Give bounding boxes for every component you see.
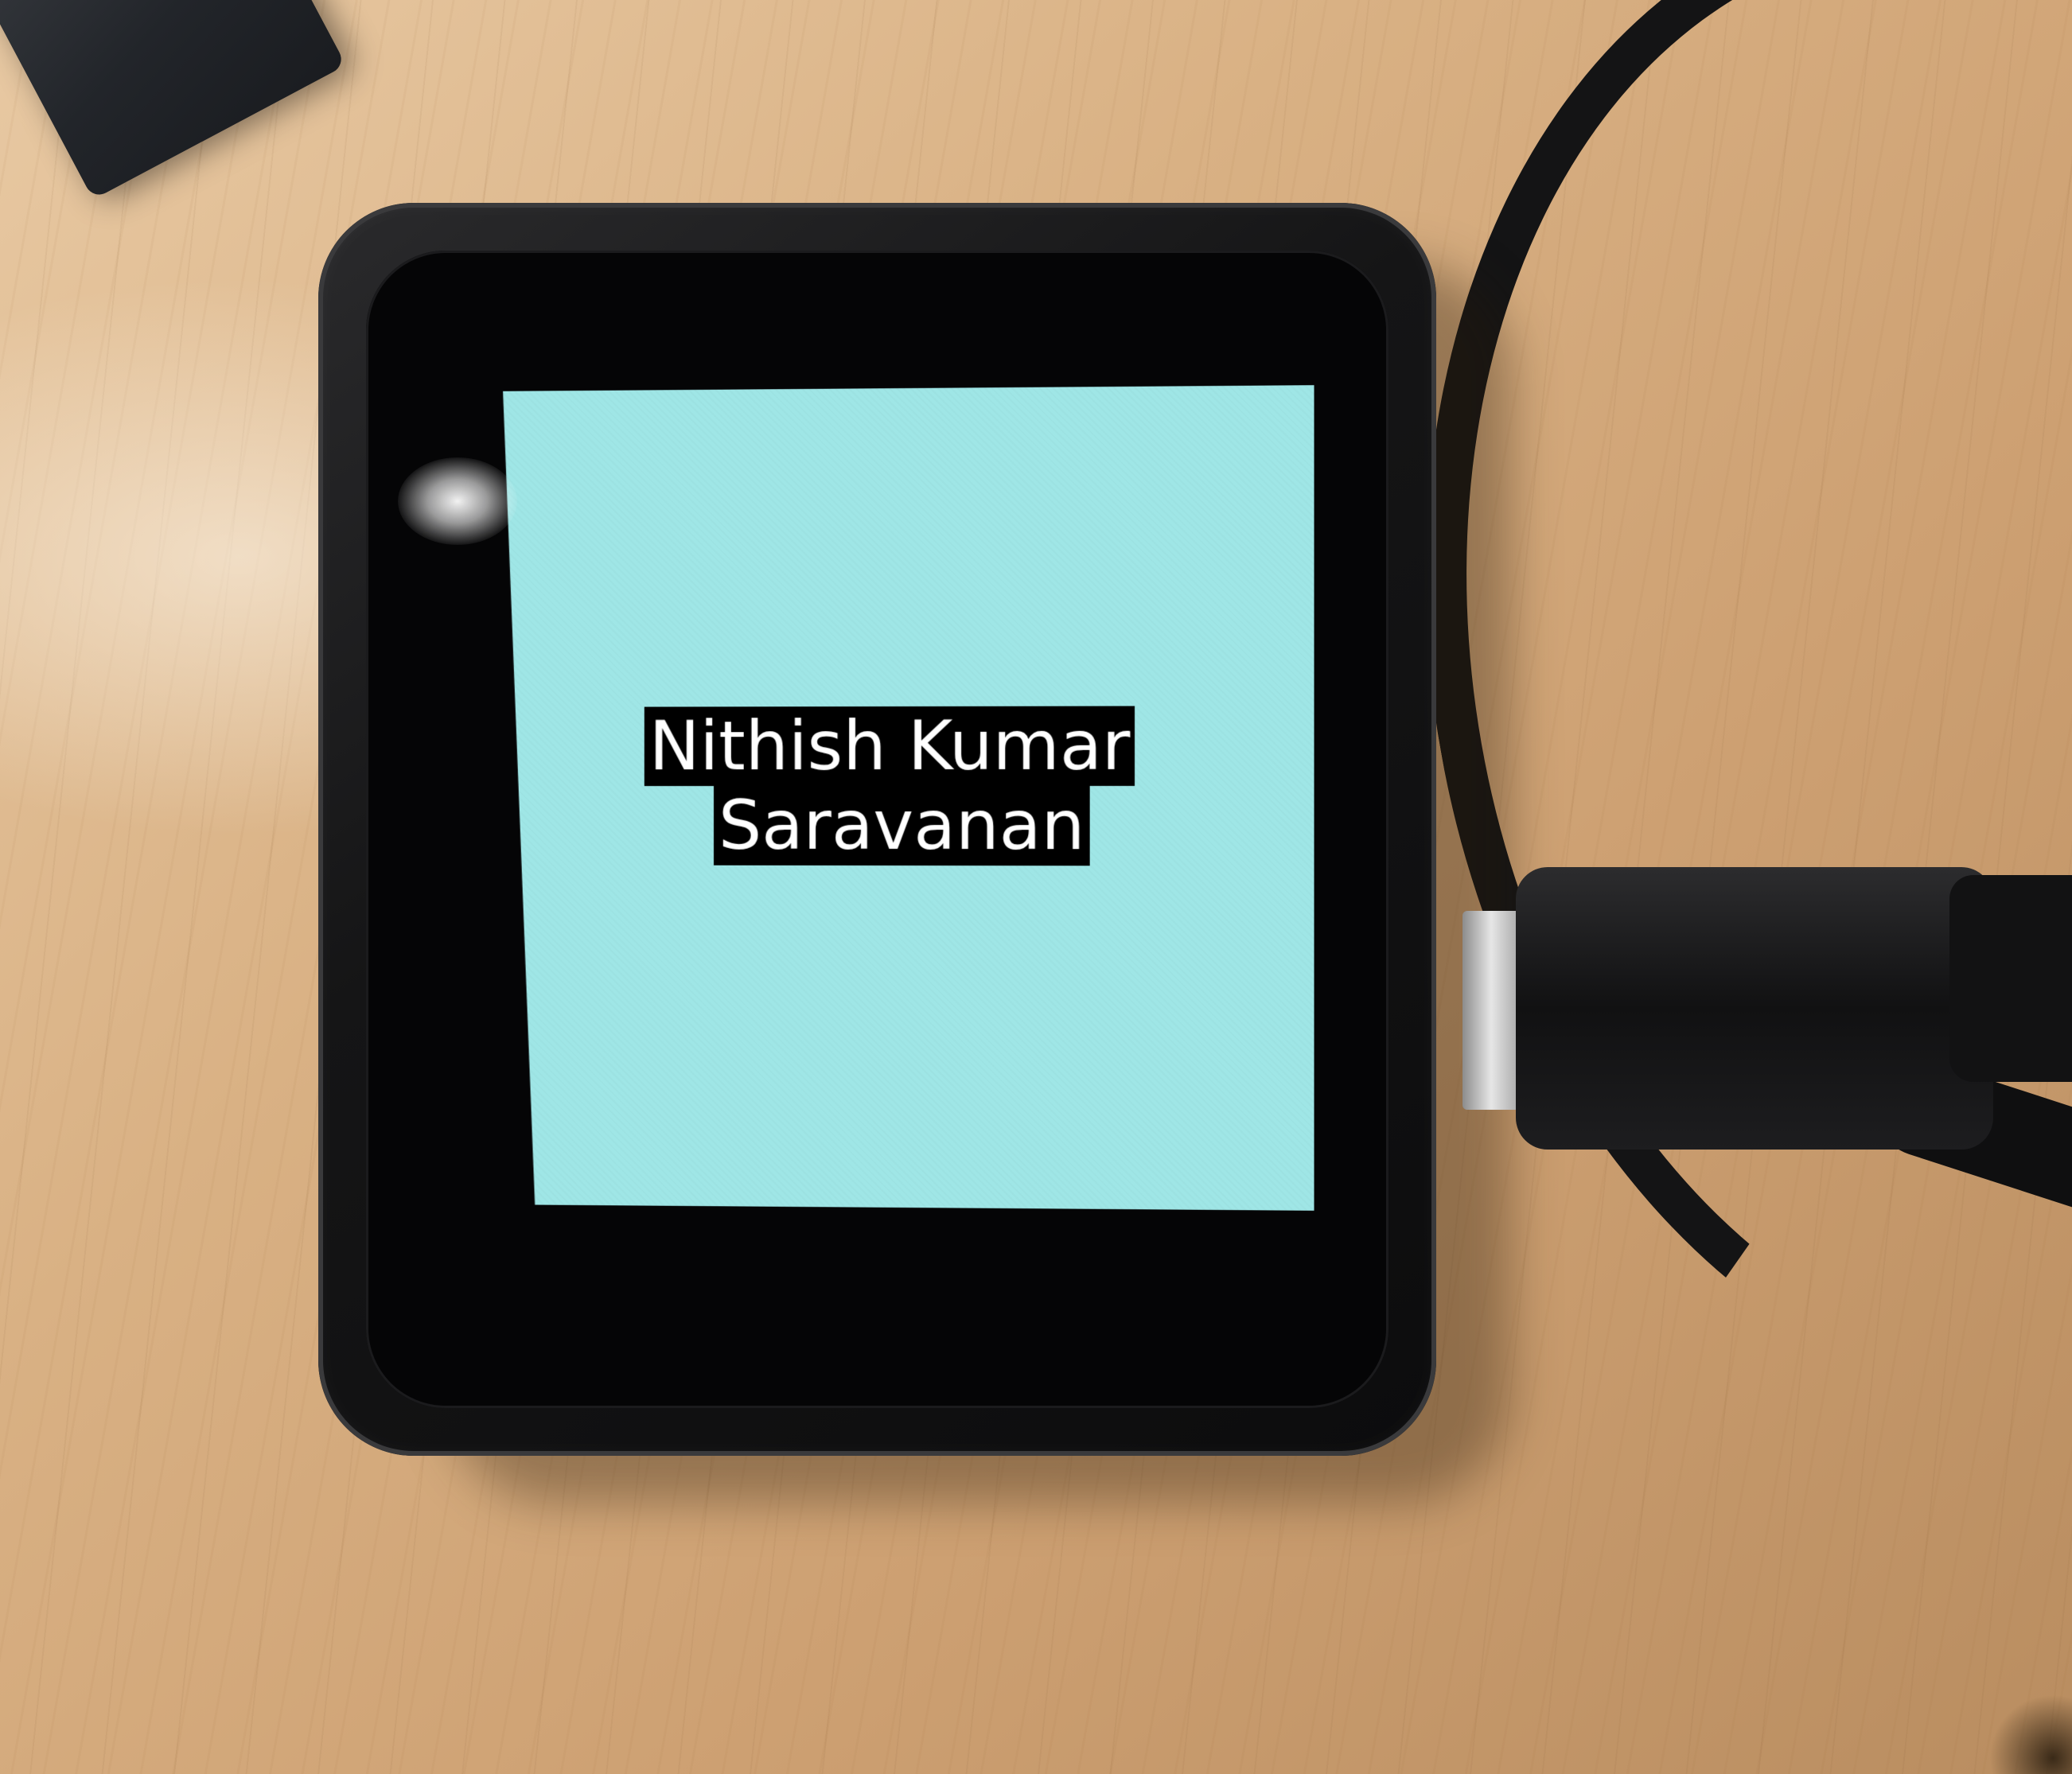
device-screen[interactable]: Nithish Kumar Saravanan	[503, 385, 1314, 1211]
photo-scene: Nithish Kumar Saravanan	[0, 0, 2072, 1774]
table-stain	[1989, 1694, 2072, 1774]
laptop-corner	[0, 0, 347, 200]
usb-cable-boot	[1516, 867, 1993, 1150]
usb-cable-end	[1949, 875, 2072, 1082]
name-line-1: Nithish Kumar	[645, 706, 1135, 787]
name-line-2: Saravanan	[714, 786, 1089, 866]
light-glare	[398, 457, 517, 545]
